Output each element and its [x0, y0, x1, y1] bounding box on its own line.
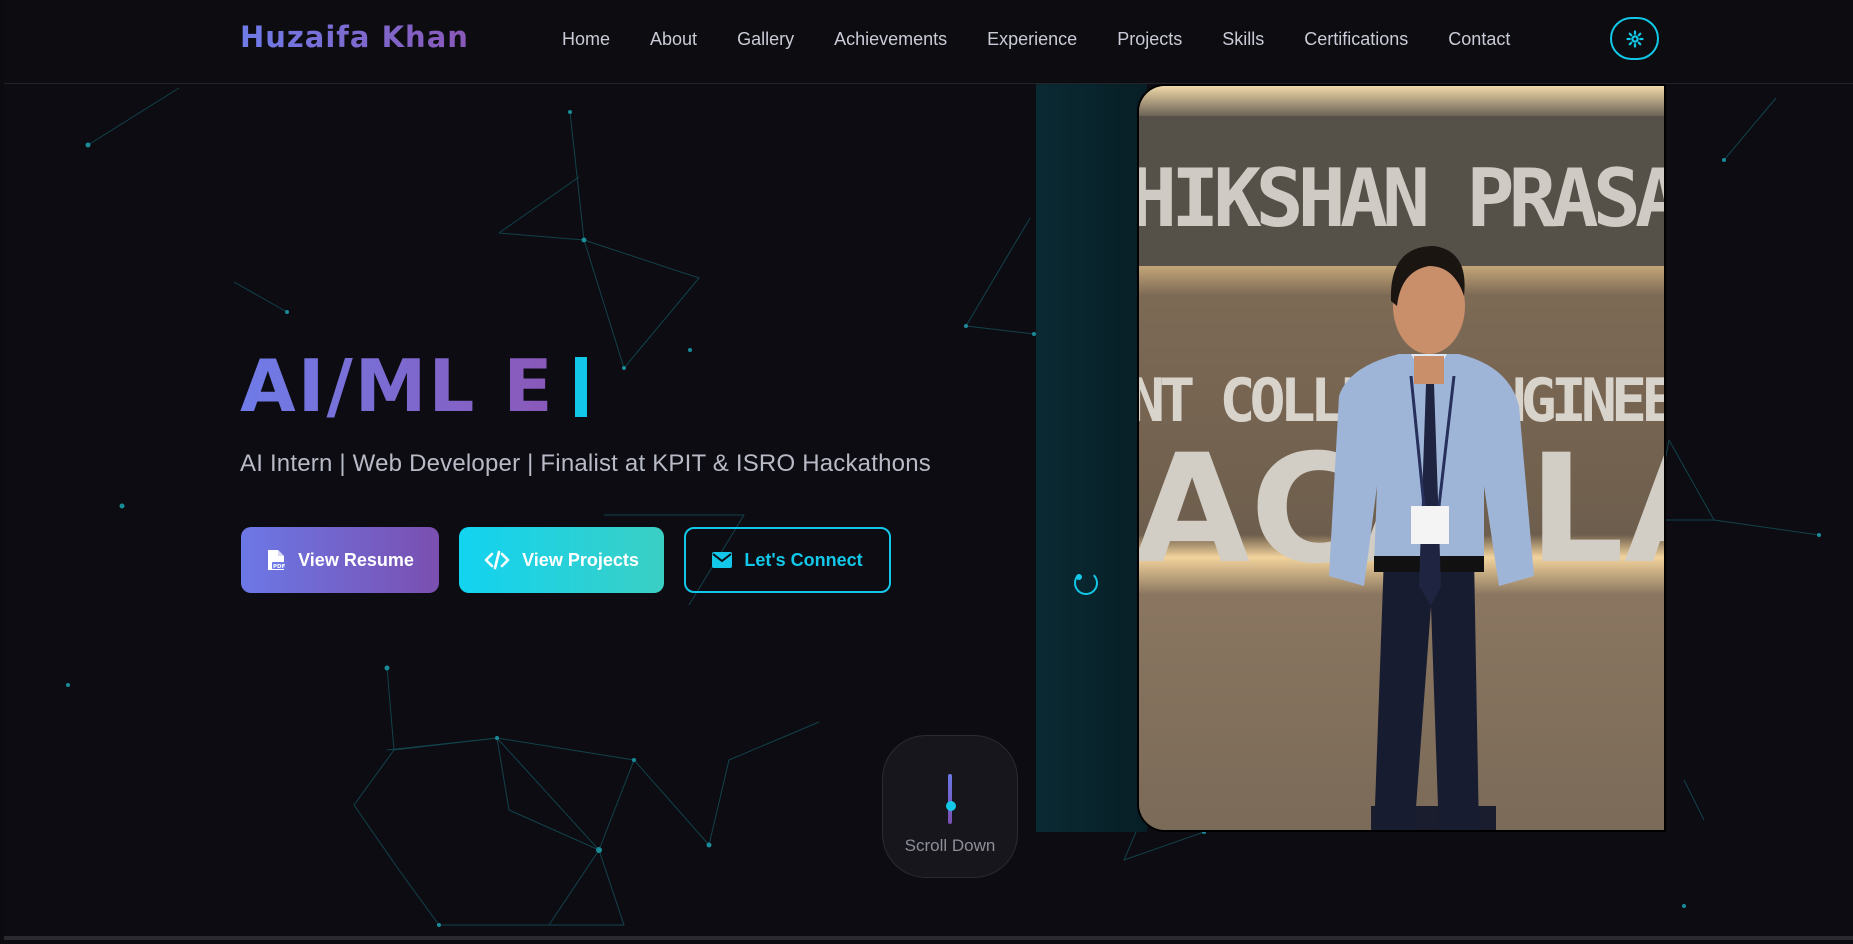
nav-link-projects[interactable]: Projects: [1097, 26, 1202, 52]
svg-text:PDF: PDF: [273, 564, 286, 570]
nav-link-about[interactable]: About: [630, 26, 717, 52]
nav-link-contact[interactable]: Contact: [1428, 26, 1530, 52]
nav-menu: Home About Gallery Achievements Experien…: [542, 26, 1530, 52]
brand-logo[interactable]: Huzaifa Khan: [240, 20, 469, 54]
pdf-file-icon: PDF: [268, 550, 286, 570]
photo-backdrop: [1036, 84, 1147, 832]
scroll-dot: [946, 801, 956, 811]
view-projects-button[interactable]: View Projects: [459, 527, 664, 593]
view-projects-label: View Projects: [522, 549, 639, 570]
nav-link-skills[interactable]: Skills: [1202, 26, 1284, 52]
top-navbar: Huzaifa Khan Home About Gallery Achievem…: [4, 0, 1853, 84]
view-resume-label: View Resume: [298, 549, 414, 570]
nav-link-achievements[interactable]: Achievements: [814, 26, 967, 52]
nav-link-home[interactable]: Home: [542, 26, 630, 52]
envelope-icon: [712, 552, 733, 568]
photo-wall-text-top: HIKSHAN PRASARAK: [1139, 152, 1666, 245]
lets-connect-label: Let's Connect: [744, 549, 863, 570]
spinner-dot: [1076, 574, 1082, 580]
typing-cursor: [575, 357, 587, 417]
nav-link-experience[interactable]: Experience: [967, 26, 1097, 52]
scroll-down-indicator[interactable]: Scroll Down: [882, 735, 1018, 878]
lets-connect-button[interactable]: Let's Connect: [684, 527, 891, 593]
code-icon: [484, 550, 510, 570]
gear-icon: [1625, 29, 1644, 48]
theme-toggle-button[interactable]: [1610, 17, 1659, 60]
scroll-down-label: Scroll Down: [904, 836, 996, 855]
page-frame: Huzaifa Khan Home About Gallery Achievem…: [4, 0, 1853, 940]
view-resume-button[interactable]: PDF View Resume: [241, 527, 439, 593]
scroll-track: [948, 774, 952, 824]
profile-photo: HIKSHAN PRASARAK NT COLLEGE ENGINEER ACA…: [1137, 84, 1666, 832]
hero-subtitle: AI Intern | Web Developer | Finalist at …: [240, 450, 931, 477]
hero-typing-title: AI/ML E: [240, 344, 555, 428]
nav-link-certifications[interactable]: Certifications: [1284, 26, 1428, 52]
nav-link-gallery[interactable]: Gallery: [717, 26, 814, 52]
